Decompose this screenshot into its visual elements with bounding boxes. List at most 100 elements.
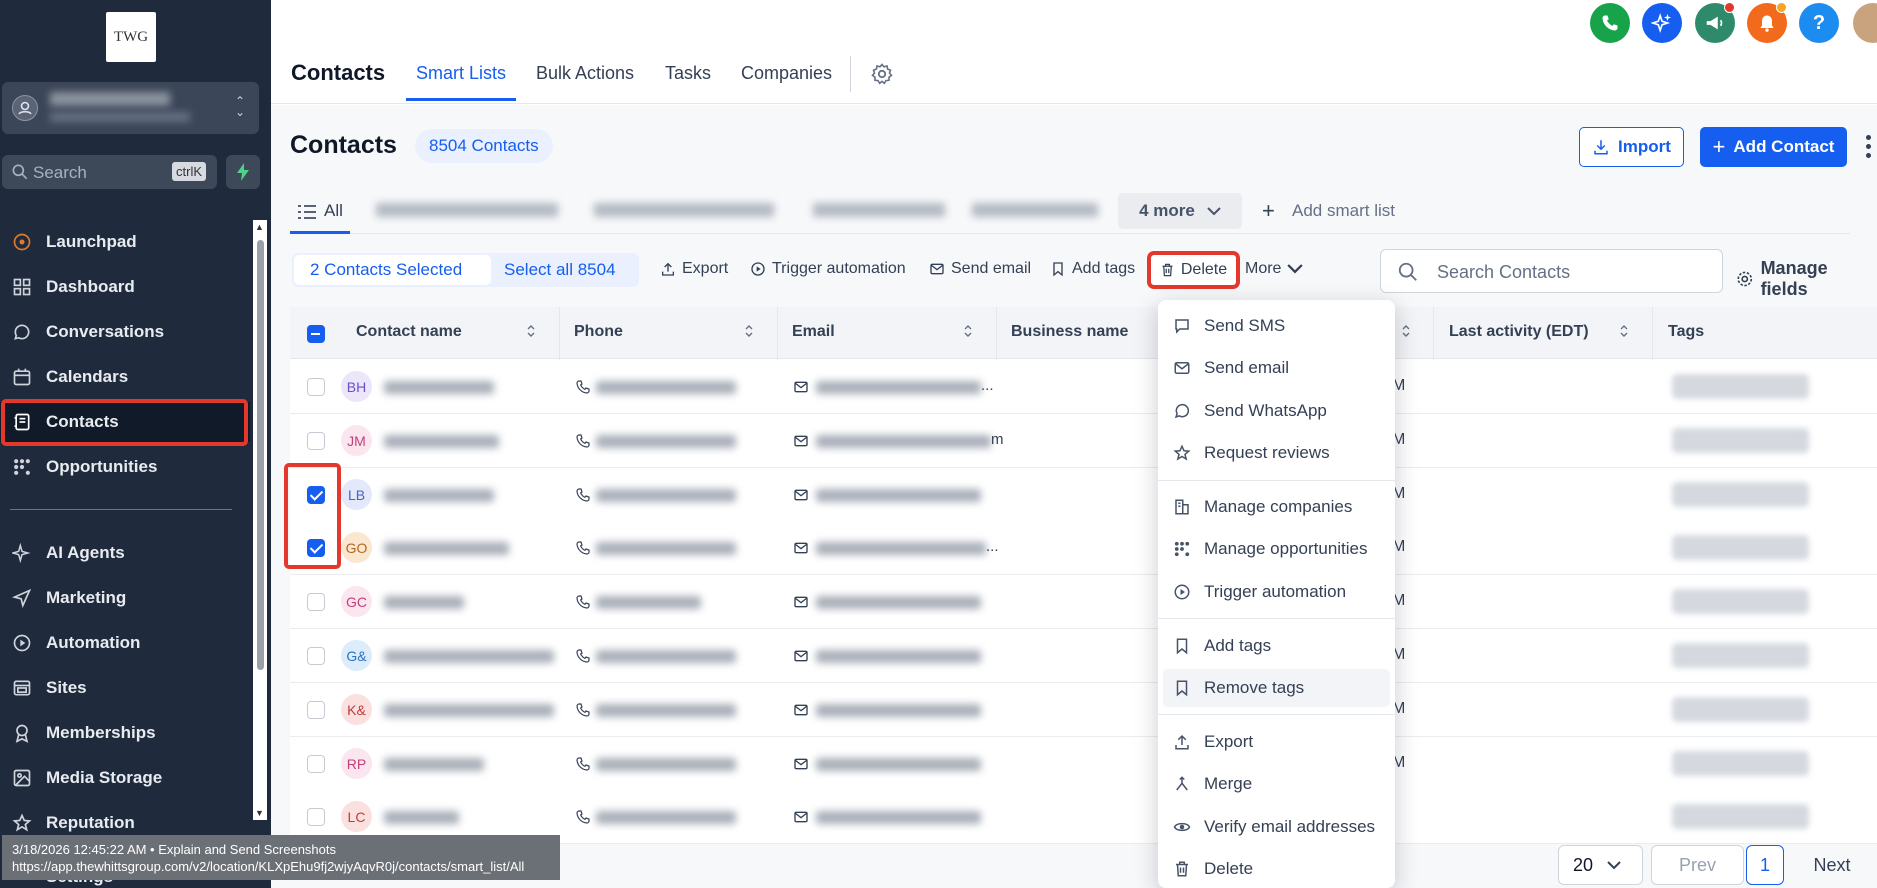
account-switcher[interactable]: ⌃ ⌄	[2, 82, 259, 134]
export-button[interactable]: Export	[660, 260, 728, 278]
column-header-contact-name[interactable]: Contact name	[356, 323, 462, 341]
sidebar-item-sites[interactable]: Sites	[0, 668, 250, 708]
menu-item-remove-tags[interactable]: Remove tags	[1163, 669, 1390, 707]
column-header-last-activity[interactable]: Last activity (EDT)	[1449, 323, 1589, 341]
contact-name-blurred[interactable]	[384, 758, 484, 771]
trigger-automation-button[interactable]: Trigger automation	[750, 260, 906, 278]
scroll-down-arrow-icon[interactable]: ▼	[255, 808, 264, 818]
tab-companies[interactable]: Companies	[741, 63, 832, 84]
phone-icon[interactable]	[574, 540, 592, 556]
table-row[interactable]	[290, 360, 1877, 414]
announcement-icon[interactable]	[1695, 2, 1735, 43]
sidebar-item-launchpad[interactable]: Launchpad	[0, 222, 250, 262]
phone-icon[interactable]	[1590, 3, 1630, 43]
menu-item-send-sms[interactable]: Send SMS	[1172, 307, 1390, 345]
select-all-checkbox[interactable]	[307, 325, 325, 343]
phone-icon[interactable]	[574, 702, 592, 718]
mail-icon[interactable]	[792, 809, 810, 825]
phone-icon[interactable]	[574, 379, 592, 395]
tab-bulk-actions[interactable]: Bulk Actions	[536, 63, 634, 84]
bell-icon[interactable]	[1747, 2, 1787, 43]
page-1-button[interactable]: 1	[1746, 845, 1784, 885]
smart-list-tab-blurred[interactable]	[594, 203, 774, 217]
sidebar-scrollbar-thumb[interactable]	[257, 240, 264, 670]
next-page-button[interactable]: Next	[1787, 845, 1877, 885]
contact-name-blurred[interactable]	[384, 704, 554, 717]
row-checkbox[interactable]	[307, 701, 325, 719]
tab-tasks[interactable]: Tasks	[665, 63, 711, 84]
table-row[interactable]	[290, 414, 1877, 468]
sidebar-search[interactable]: Search ctrlK	[2, 155, 217, 189]
smart-list-tab-blurred[interactable]	[376, 203, 558, 217]
smart-list-tab-blurred[interactable]	[813, 203, 945, 217]
prev-page-button[interactable]: Prev	[1651, 845, 1744, 885]
row-checkbox[interactable]	[307, 755, 325, 773]
sort-icon[interactable]	[964, 324, 972, 338]
help-icon[interactable]: ?	[1799, 3, 1839, 43]
row-checkbox[interactable]	[307, 593, 325, 611]
mail-icon[interactable]	[792, 648, 810, 664]
delete-button[interactable]: Delete	[1147, 251, 1240, 289]
phone-icon[interactable]	[574, 433, 592, 449]
sort-icon[interactable]	[1402, 324, 1410, 338]
gear-icon[interactable]	[870, 62, 894, 86]
menu-item-add-tags[interactable]: Add tags	[1172, 627, 1390, 665]
select-all-link[interactable]: Select all 8504	[504, 260, 616, 280]
phone-icon[interactable]	[574, 648, 592, 664]
column-header-business-name[interactable]: Business name	[1011, 323, 1128, 341]
contact-name-blurred[interactable]	[384, 381, 494, 394]
contact-name-blurred[interactable]	[384, 489, 494, 502]
contact-name-blurred[interactable]	[384, 435, 499, 448]
contact-name-blurred[interactable]	[384, 650, 554, 663]
menu-item-manage-companies[interactable]: Manage companies	[1172, 488, 1390, 526]
sidebar-item-automation[interactable]: Automation	[0, 623, 250, 663]
sidebar-item-memberships[interactable]: Memberships	[0, 713, 250, 753]
send-email-button[interactable]: Send email	[929, 260, 1031, 278]
row-checkbox[interactable]	[307, 647, 325, 665]
sidebar-item-marketing[interactable]: Marketing	[0, 578, 250, 618]
sort-icon[interactable]	[745, 324, 753, 338]
table-row[interactable]	[290, 468, 1877, 522]
more-actions-button[interactable]: More	[1245, 260, 1304, 278]
column-header-tags[interactable]: Tags	[1668, 323, 1704, 341]
search-contacts-input[interactable]: Search Contacts	[1380, 249, 1723, 293]
menu-item-delete[interactable]: Delete	[1172, 850, 1390, 888]
manage-fields-button[interactable]: Manage fields	[1735, 258, 1877, 300]
menu-item-trigger-automation[interactable]: Trigger automation	[1172, 573, 1390, 611]
company-logo[interactable]: TWG	[106, 12, 156, 62]
contact-name-blurred[interactable]	[384, 811, 459, 824]
sidebar-item-opportunities[interactable]: Opportunities	[0, 447, 250, 487]
mail-icon[interactable]	[792, 756, 810, 772]
column-header-phone[interactable]: Phone	[574, 323, 623, 341]
menu-item-export[interactable]: Export	[1172, 723, 1390, 761]
row-checkbox[interactable]	[307, 432, 325, 450]
sort-icon[interactable]	[527, 324, 535, 338]
phone-icon[interactable]	[574, 594, 592, 610]
menu-item-verify-email-addresses[interactable]: Verify email addresses	[1172, 808, 1390, 846]
import-button[interactable]: Import	[1579, 127, 1684, 167]
smart-list-tab-blurred[interactable]	[972, 203, 1098, 217]
add-tags-button[interactable]: Add tags	[1050, 260, 1135, 278]
page-size-select[interactable]: 20	[1558, 845, 1643, 885]
phone-icon[interactable]	[574, 809, 592, 825]
sidebar-item-media-storage[interactable]: Media Storage	[0, 758, 250, 798]
phone-icon[interactable]	[574, 487, 592, 503]
ai-sparkle-icon[interactable]	[1642, 3, 1682, 43]
sidebar-item-calendars[interactable]: Calendars	[0, 357, 250, 397]
sort-icon[interactable]	[1620, 324, 1628, 338]
mail-icon[interactable]	[792, 433, 810, 449]
sidebar-item-ai-agents[interactable]: AI Agents	[0, 533, 250, 573]
quick-actions-button[interactable]	[226, 155, 260, 189]
contact-name-blurred[interactable]	[384, 542, 509, 555]
table-row[interactable]	[290, 521, 1877, 575]
add-contact-button[interactable]: + Add Contact	[1700, 127, 1847, 167]
menu-item-send-email[interactable]: Send email	[1172, 349, 1390, 387]
table-row[interactable]	[290, 575, 1877, 629]
phone-icon[interactable]	[574, 756, 592, 772]
sidebar-item-conversations[interactable]: Conversations	[0, 312, 250, 352]
row-checkbox[interactable]	[307, 808, 325, 826]
menu-item-merge[interactable]: Merge	[1172, 765, 1390, 803]
more-smart-lists-button[interactable]: 4 more	[1118, 193, 1242, 229]
row-checkbox[interactable]	[307, 378, 325, 396]
table-row[interactable]	[290, 737, 1877, 791]
